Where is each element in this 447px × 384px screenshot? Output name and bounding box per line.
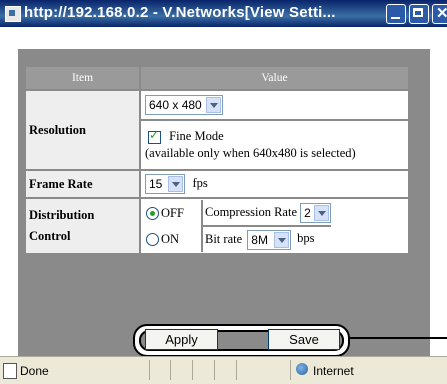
compression-rate-label: Compression Rate xyxy=(205,204,298,219)
distribution-label-line2: Control xyxy=(29,229,71,243)
chevron-down-icon xyxy=(273,231,289,248)
chevron-down-icon xyxy=(168,176,184,192)
frame-rate-label: Frame Rate xyxy=(26,171,139,197)
apply-button[interactable]: Apply xyxy=(145,329,218,350)
status-divider xyxy=(170,360,171,380)
frame-rate-cell: 15 fps xyxy=(141,171,408,197)
chevron-down-icon xyxy=(313,204,329,221)
window-title-bar: http://192.168.0.2 - V.Networks[View Set… xyxy=(0,0,447,27)
distribution-control-label: Distribution Control xyxy=(26,199,139,253)
frame-rate-selected-value: 15 xyxy=(149,177,163,191)
page-done-icon xyxy=(3,363,17,379)
status-divider xyxy=(290,360,291,380)
ie-page-icon xyxy=(5,6,21,22)
distribution-inner-table: OFF Compression Rate 2 ON Bit rate 8M bp… xyxy=(141,200,331,252)
column-header-item: Item xyxy=(26,67,139,89)
radio-on[interactable] xyxy=(146,233,159,247)
fine-mode-note: (available only when 640x480 is selected… xyxy=(145,146,356,160)
fine-mode-label: Fine Mode xyxy=(169,129,224,143)
status-divider xyxy=(192,360,193,380)
option-on-label: ON xyxy=(161,231,180,246)
distribution-control-cell: OFF Compression Rate 2 ON Bit rate 8M bp… xyxy=(141,199,408,253)
globe-icon xyxy=(296,363,308,375)
status-divider xyxy=(236,360,237,380)
status-divider xyxy=(214,360,215,380)
fine-mode-checkbox[interactable] xyxy=(148,128,161,144)
bitrate-unit: bps xyxy=(297,231,315,246)
bitrate-select[interactable]: 8M xyxy=(247,229,291,250)
callout-leader-line xyxy=(348,337,447,339)
resolution-select[interactable]: 640 x 480 xyxy=(145,95,223,115)
option-off-cell: OFF xyxy=(141,200,202,226)
frame-rate-select[interactable]: 15 xyxy=(145,174,186,194)
window-title: http://192.168.0.2 - V.Networks[View Set… xyxy=(24,4,336,21)
distribution-label-line1: Distribution xyxy=(29,208,95,222)
button-callout: Apply Save xyxy=(133,324,350,357)
resolution-value-cell: 640 x 480 xyxy=(141,91,408,119)
compression-cell: Compression Rate 2 xyxy=(201,200,331,226)
bitrate-cell: Bit rate 8M bps xyxy=(201,225,331,252)
maximize-button[interactable] xyxy=(409,4,429,24)
close-button[interactable]: ✕ xyxy=(432,4,447,24)
compression-rate-select[interactable]: 2 xyxy=(300,202,331,223)
status-bar: Done Internet xyxy=(0,356,447,384)
minimize-button[interactable] xyxy=(386,4,406,24)
security-zone: Internet xyxy=(313,364,354,378)
option-on-cell: ON xyxy=(141,226,202,252)
panel-top-border xyxy=(18,49,430,59)
save-button[interactable]: Save xyxy=(268,329,340,350)
radio-off[interactable] xyxy=(146,207,159,221)
column-header-value: Value xyxy=(141,67,408,89)
frame-rate-unit: fps xyxy=(192,175,208,190)
settings-table: Item Value Resolution 640 x 480 Fine Mod… xyxy=(24,65,410,255)
resolution-label: Resolution xyxy=(26,91,139,169)
bitrate-label: Bit rate xyxy=(205,231,243,246)
browser-content: Item Value Resolution 640 x 480 Fine Mod… xyxy=(0,27,447,357)
option-off-label: OFF xyxy=(161,205,184,220)
status-text: Done xyxy=(20,364,49,378)
resolution-selected-value: 640 x 480 xyxy=(149,98,202,112)
close-icon: ✕ xyxy=(436,5,447,22)
bitrate-value: 8M xyxy=(251,232,268,247)
compression-rate-value: 2 xyxy=(304,205,311,220)
status-divider xyxy=(149,360,150,380)
fine-mode-cell: Fine Mode (available only when 640x480 i… xyxy=(141,121,408,169)
chevron-down-icon xyxy=(205,97,221,113)
